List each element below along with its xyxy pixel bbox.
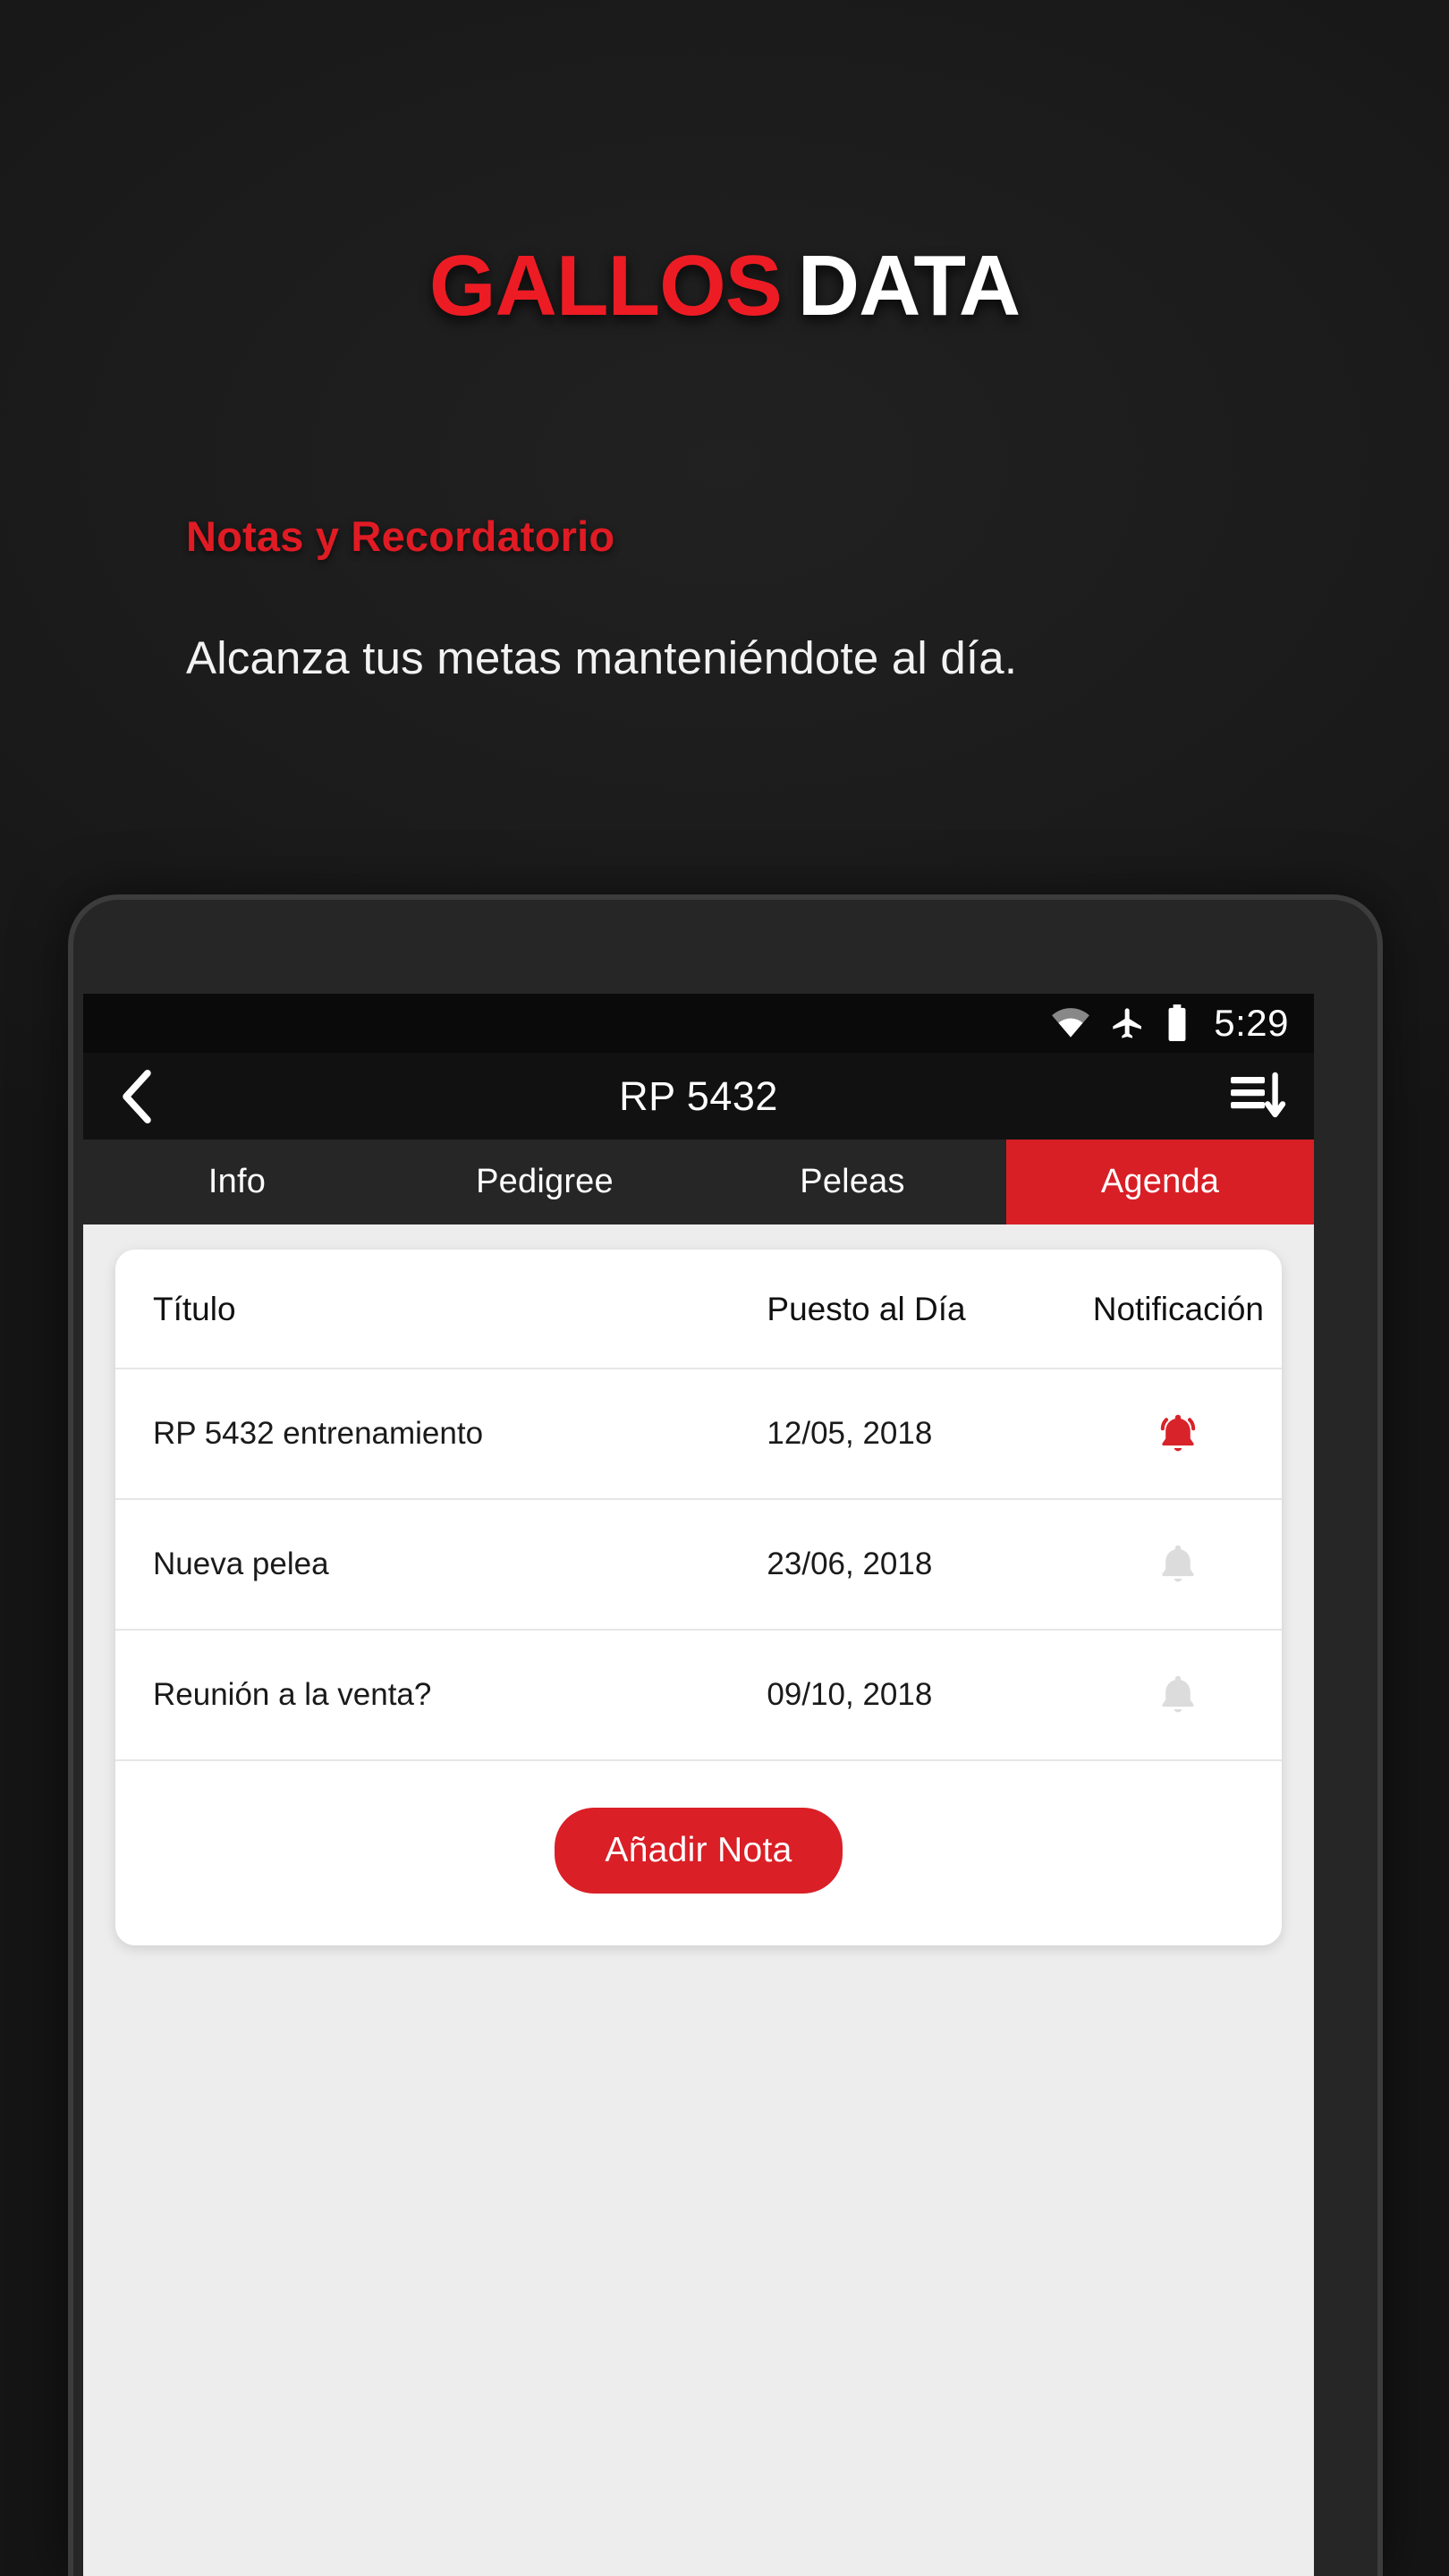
note-notification-cell — [1092, 1499, 1282, 1631]
tab-bar: Info Pedigree Peleas Agenda — [83, 1140, 1314, 1224]
table-header-row: Título Puesto al Día Notificación — [115, 1250, 1282, 1369]
column-header-notificacion: Notificación — [1092, 1250, 1282, 1369]
add-note-button[interactable]: Añadir Nota — [555, 1808, 843, 1894]
column-header-titulo: Título — [115, 1250, 767, 1369]
note-notification-cell — [1092, 1368, 1282, 1500]
bell-icon[interactable] — [1093, 1669, 1264, 1721]
note-title: Reunión a la venta? — [115, 1630, 767, 1761]
table-row[interactable]: Nueva pelea 23/06, 2018 — [115, 1499, 1282, 1631]
tab-agenda[interactable]: Agenda — [1006, 1140, 1314, 1224]
wifi-icon — [1051, 1008, 1090, 1038]
brand-name-data: DATA — [797, 238, 1021, 334]
note-title: RP 5432 entrenamiento — [115, 1368, 767, 1500]
bell-ringing-icon[interactable] — [1093, 1408, 1264, 1460]
promo-page: GALLOS DATA Notas y Recordatorio Alcanza … — [0, 0, 1449, 2576]
agenda-table: Título Puesto al Día Notificación RP 543… — [115, 1250, 1282, 1761]
note-title: Nueva pelea — [115, 1499, 767, 1631]
screen-content-area: Título Puesto al Día Notificación RP 543… — [83, 1224, 1314, 2576]
sort-descending-icon[interactable] — [1226, 1068, 1289, 1125]
tab-info[interactable]: Info — [83, 1140, 391, 1224]
app-bar-title: RP 5432 — [619, 1072, 778, 1119]
promo-heading: Notas y Recordatorio — [186, 513, 615, 560]
status-bar: 5:29 — [83, 994, 1314, 1053]
note-date: 23/06, 2018 — [767, 1499, 1093, 1631]
phone-screen: 5:29 RP 5432 Info Pedigree Peleas Agenda… — [83, 994, 1314, 2576]
airplane-mode-icon — [1110, 1005, 1146, 1041]
status-bar-time: 5:29 — [1214, 1002, 1289, 1044]
chevron-left-icon[interactable] — [108, 1068, 165, 1125]
tab-peleas[interactable]: Peleas — [699, 1140, 1006, 1224]
column-header-puesto-al-dia: Puesto al Día — [767, 1250, 1093, 1369]
brand-name-gallos: GALLOS — [428, 238, 783, 334]
table-row[interactable]: Reunión a la venta? 09/10, 2018 — [115, 1630, 1282, 1761]
note-date: 09/10, 2018 — [767, 1630, 1093, 1761]
card-footer: Añadir Nota — [115, 1761, 1282, 1945]
agenda-card: Título Puesto al Día Notificación RP 543… — [115, 1250, 1282, 1945]
promo-body-text: Alcanza tus metas manteniéndote al día. — [186, 632, 1018, 683]
note-notification-cell — [1092, 1630, 1282, 1761]
tab-pedigree[interactable]: Pedigree — [391, 1140, 699, 1224]
battery-full-icon — [1165, 1004, 1189, 1042]
phone-mockup-frame: 5:29 RP 5432 Info Pedigree Peleas Agenda… — [68, 894, 1383, 2576]
table-row[interactable]: RP 5432 entrenamiento 12/05, 2018 — [115, 1368, 1282, 1500]
bell-icon[interactable] — [1093, 1538, 1264, 1590]
note-date: 12/05, 2018 — [767, 1368, 1093, 1500]
brand-logo: GALLOS DATA — [0, 243, 1449, 329]
app-bar: RP 5432 — [83, 1053, 1314, 1140]
